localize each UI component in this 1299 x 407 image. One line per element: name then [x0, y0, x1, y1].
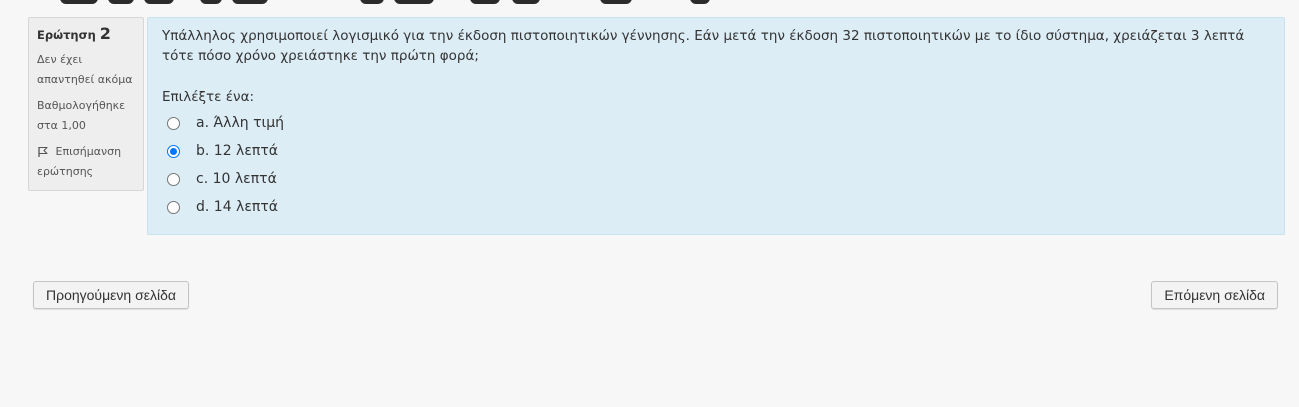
answer-option-c[interactable]: c. 10 λεπτά [162, 165, 1276, 193]
next-page-button[interactable]: Επόμενη σελίδα [1151, 281, 1278, 309]
answer-option-b[interactable]: b. 12 λεπτά [162, 137, 1276, 165]
flag-question-link[interactable]: Επισήμανση ερώτησης [37, 142, 137, 182]
answer-radio-c[interactable] [167, 172, 180, 186]
answer-radio-b[interactable] [167, 144, 180, 158]
question-number: 2 [99, 24, 111, 43]
answer-radio-d[interactable] [167, 200, 180, 214]
question-content: Υπάλληλος χρησιμοποιεί λογισμικό για την… [147, 17, 1285, 235]
question-number-heading: Ερώτηση 2 [37, 24, 137, 45]
answer-label-d[interactable]: d. 14 λεπτά [196, 199, 278, 215]
question-label: Ερώτηση [37, 28, 96, 42]
cut-off-page-heading [60, 0, 720, 4]
previous-page-button[interactable]: Προηγούμενη σελίδα [33, 281, 189, 309]
question-info-panel: Ερώτηση 2 Δεν έχει απαντηθεί ακόμα Βαθμολ… [28, 17, 144, 191]
question-text: Υπάλληλος χρησιμοποιεί λογισμικό για την… [162, 28, 1245, 64]
answer-radio-a[interactable] [167, 116, 180, 130]
answer-options: a. Άλλη τιμή b. 12 λεπτά c. 10 λεπτά d. … [162, 109, 1276, 221]
answer-option-a[interactable]: a. Άλλη τιμή [162, 109, 1276, 137]
answer-label-a[interactable]: a. Άλλη τιμή [196, 115, 284, 131]
answer-prompt: Επιλέξτε ένα: [162, 89, 255, 105]
question-status: Δεν έχει απαντηθεί ακόμα [37, 53, 133, 86]
answer-label-c[interactable]: c. 10 λεπτά [196, 171, 277, 187]
question-grade: Βαθμολογήθηκε στα 1,00 [37, 99, 126, 132]
answer-option-d[interactable]: d. 14 λεπτά [162, 193, 1276, 221]
answer-label-b[interactable]: b. 12 λεπτά [196, 143, 278, 159]
flag-icon [37, 145, 56, 158]
